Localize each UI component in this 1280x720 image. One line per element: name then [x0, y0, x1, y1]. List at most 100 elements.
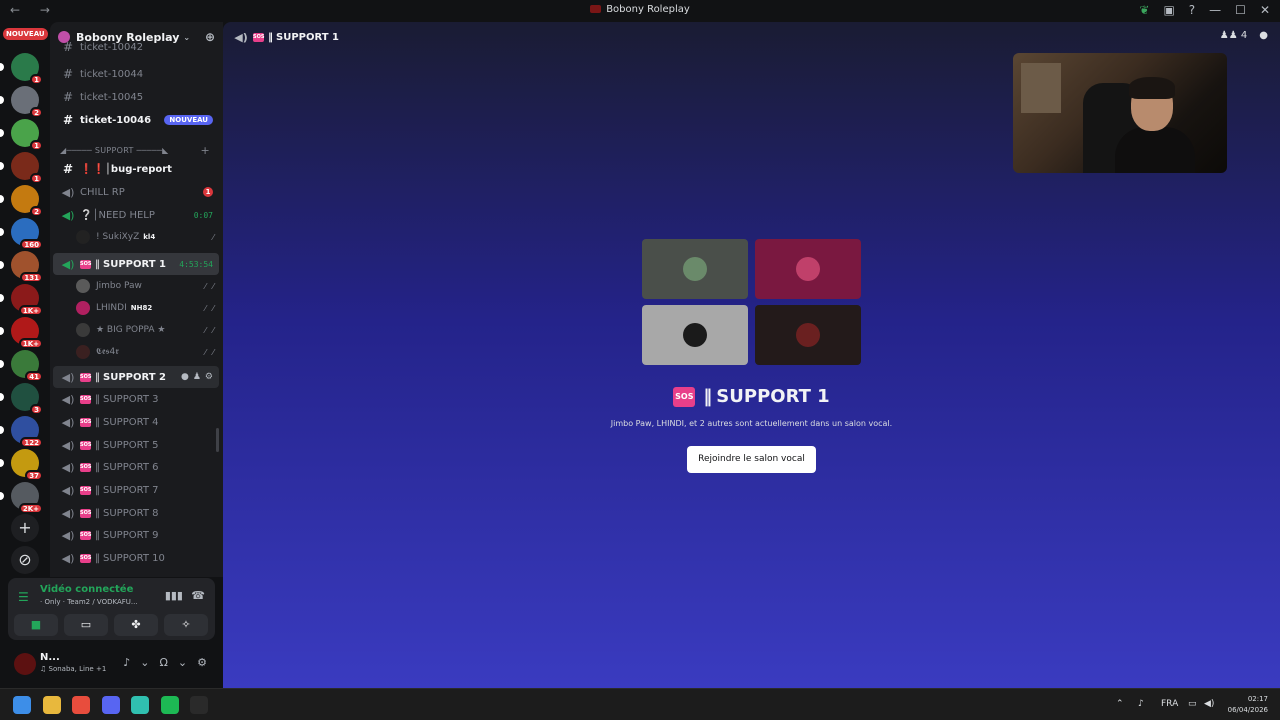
leaf-icon[interactable]: ❦: [1139, 3, 1149, 17]
clock[interactable]: 02:17 06/04/2026: [1228, 694, 1268, 716]
chevron-down-icon[interactable]: ⌄: [178, 656, 187, 669]
microphone-icon[interactable]: ♪: [1138, 699, 1144, 709]
gear-icon[interactable]: ⚙: [197, 656, 207, 669]
participant-tile[interactable]: [642, 305, 748, 365]
sos-icon: SOS: [80, 508, 92, 518]
discord-icon[interactable]: [101, 696, 120, 714]
spotify-icon[interactable]: [160, 696, 179, 714]
unread-pill: [0, 360, 4, 368]
channel-item-support-6[interactable]: ◀) SOS ‖ SUPPORT 6: [53, 457, 219, 479]
server-icon[interactable]: 122: [0, 416, 43, 448]
channel-item-support-3[interactable]: ◀) SOS ‖ SUPPORT 3: [53, 389, 219, 411]
noise-suppression-icon[interactable]: ▮▮▮: [165, 589, 183, 602]
explorer-icon[interactable]: [42, 696, 61, 714]
disconnect-icon[interactable]: ☎: [191, 589, 205, 602]
chevron-down-icon: ⌄: [183, 32, 191, 42]
avatar: [683, 323, 707, 347]
help-icon[interactable]: ?: [1189, 3, 1195, 17]
server-icon[interactable]: 1K+: [0, 284, 43, 316]
scrollbar[interactable]: [216, 428, 219, 452]
channel-item-need-help[interactable]: ◀) ❔│NEED HELP 0:07: [53, 204, 219, 226]
chat-icon[interactable]: ●: [1259, 30, 1268, 41]
voice-member[interactable]: 𝕮𝖊𝖘4𝖗 ⁄ ⁄: [76, 342, 216, 362]
hashtag-icon: #: [62, 162, 74, 176]
server-icon[interactable]: 2: [0, 86, 43, 118]
gear-icon[interactable]: ⚙: [205, 372, 213, 382]
windows-icon[interactable]: [13, 696, 31, 714]
unread-pill: [0, 492, 4, 500]
add-member-icon[interactable]: ♟: [193, 372, 201, 382]
voice-channel-info[interactable]: · Only · Team2 / VODKAFU...: [40, 598, 138, 606]
voice-member[interactable]: ★ BIG POPPA ★ ⁄ ⁄: [76, 320, 216, 340]
server-icon[interactable]: 1K+: [0, 317, 43, 349]
minimize-button[interactable]: —: [1209, 3, 1221, 17]
chevron-down-icon[interactable]: ⌄: [140, 656, 149, 669]
members-button[interactable]: ♟♟ 4: [1220, 30, 1248, 41]
server-icon[interactable]: 41: [0, 350, 43, 382]
voice-member[interactable]: ! SukiXyZ kl4 ⁄: [76, 227, 216, 247]
capcut-icon[interactable]: [131, 696, 149, 714]
add-server-icon[interactable]: +: [11, 514, 39, 542]
server-icon[interactable]: 37: [0, 449, 43, 481]
channel-item-ticket-10045[interactable]: # ticket-10045: [53, 86, 219, 108]
speaker-icon: ◀): [61, 370, 75, 384]
channel-item-support-7[interactable]: ◀) SOS ‖ SUPPORT 7: [53, 480, 219, 502]
chrome-icon[interactable]: [72, 696, 90, 714]
add-channel-icon[interactable]: +: [200, 144, 210, 157]
server-icon[interactable]: 2K+: [0, 482, 43, 514]
voice-member[interactable]: Jimbo Paw ⁄ ⁄: [76, 276, 216, 296]
member-name: LHINDI: [96, 303, 127, 313]
channel-item-support-4[interactable]: ◀) SOS ‖ SUPPORT 4: [53, 411, 219, 433]
server-icon[interactable]: 2: [0, 185, 43, 217]
channel-item-chill-rp[interactable]: ◀) CHILL RP 1: [53, 181, 219, 203]
language-indicator[interactable]: FRA: [1161, 699, 1178, 709]
camera-button[interactable]: ■: [14, 614, 58, 636]
channel-item-support-9[interactable]: ◀) SOS ‖ SUPPORT 9: [53, 525, 219, 547]
sos-icon: SOS: [80, 372, 92, 382]
close-button[interactable]: ✕: [1260, 3, 1270, 17]
speaker-icon: ◀): [61, 257, 75, 271]
server-icon[interactable]: 1: [0, 152, 43, 184]
volume-icon[interactable]: ◀): [1204, 699, 1214, 709]
server-icon[interactable]: 1: [0, 53, 43, 85]
channel-item-partial[interactable]: # ticket-10042: [53, 42, 219, 52]
channel-item-support-5[interactable]: ◀) SOS ‖ SUPPORT 5: [53, 434, 219, 456]
server-icon[interactable]: 160: [0, 218, 43, 250]
join-voice-button[interactable]: Rejoindre le salon vocal: [687, 446, 816, 473]
participant-tile[interactable]: [755, 239, 861, 299]
network-icon[interactable]: ▭: [1188, 699, 1197, 709]
activities-button[interactable]: ✤: [114, 614, 158, 636]
channel-item-support-2[interactable]: ◀) SOS ‖ SUPPORT 2 ● ♟ ⚙: [53, 366, 219, 388]
server-icon[interactable]: 1: [0, 119, 43, 151]
sos-icon: SOS: [80, 554, 92, 564]
mention-badge: 1: [30, 74, 43, 85]
inbox-icon[interactable]: ▣: [1163, 3, 1174, 17]
username[interactable]: N...: [40, 652, 60, 663]
speaker-icon: ◀): [61, 529, 75, 543]
voice-member[interactable]: LHINDI NH82 ⁄ ⁄: [76, 298, 216, 318]
channel-item-ticket-10044[interactable]: # ticket-10044: [53, 63, 219, 85]
channel-item-support-1[interactable]: ◀) SOS ‖ SUPPORT 1 4:53:54: [53, 253, 219, 275]
chat-icon[interactable]: ●: [181, 372, 189, 382]
webcam-preview[interactable]: [1013, 53, 1227, 173]
maximize-button[interactable]: ☐: [1235, 3, 1246, 17]
server-icon[interactable]: 3: [0, 383, 43, 415]
obs-icon[interactable]: [190, 696, 208, 714]
microphone-icon[interactable]: ♪: [123, 656, 130, 669]
soundboard-button[interactable]: ✧: [164, 614, 208, 636]
signal-icon[interactable]: ☰: [18, 590, 29, 604]
channel-item-support-8[interactable]: ◀) SOS ‖ SUPPORT 8: [53, 502, 219, 524]
category-support[interactable]: ◢───── SUPPORT ─────◣ +: [60, 144, 210, 157]
chevron-up-icon[interactable]: ⌃: [1116, 699, 1124, 709]
screen-share-button[interactable]: ▭: [64, 614, 108, 636]
title-bar: ← → Bobony Roleplay ❦ ▣ ? — ☐ ✕: [0, 0, 1280, 22]
participant-tile[interactable]: [755, 305, 861, 365]
headphones-icon[interactable]: Ω: [160, 656, 168, 669]
channel-item-bug-report[interactable]: # ❗❗│bug-report: [53, 158, 219, 180]
server-icon[interactable]: 131: [0, 251, 43, 283]
channel-item-support-10[interactable]: ◀) SOS ‖ SUPPORT 10: [53, 548, 219, 570]
discover-icon[interactable]: ⊘: [11, 546, 39, 574]
avatar[interactable]: [14, 653, 36, 675]
participant-tile[interactable]: [642, 239, 748, 299]
channel-item-ticket-10046[interactable]: # ticket-10046 NOUVEAU: [53, 109, 219, 131]
